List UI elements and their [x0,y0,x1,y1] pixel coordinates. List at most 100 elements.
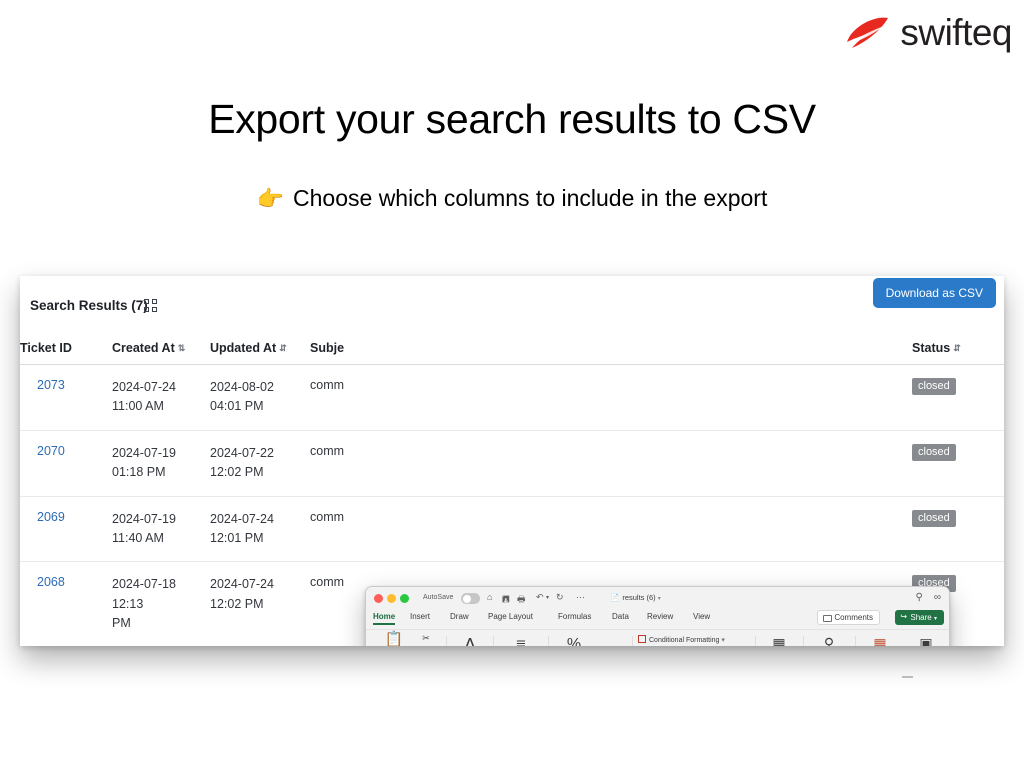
created-at-cell: 2024-07-24 11:00 AM [112,380,176,414]
ribbon-group-paste[interactable]: 📋 Paste [374,631,414,646]
undo-icon[interactable]: ↶ [536,592,544,603]
spacer-cell [370,431,912,496]
ribbon-group-font[interactable]: A Font [450,635,490,646]
excel-title-bar: AutoSave ⌂ 🖪 🖶 ↶ ▾ ↻ ⋯ 📄 results (6) ▾ ⚲ … [366,587,949,609]
subject-cell: comm [310,443,345,458]
column-header-ticket-id[interactable]: Ticket ID [20,336,112,364]
tab-view[interactable]: View [693,612,710,621]
ribbon-group-addins[interactable]: ▦ Add-ins [859,635,901,646]
chevron-down-icon[interactable]: ▾ [658,596,661,602]
redo-icon[interactable]: ↻ [556,592,564,603]
comet-icon [847,17,889,48]
created-at-cell: 2024-07-18 12:13 PM [112,577,176,630]
conditional-formatting-button[interactable]: Conditional Formatting ▾ [638,634,725,646]
sort-chevrons-icon: ⇵ [279,343,287,353]
tab-review[interactable]: Review [647,612,673,621]
addins-grid-icon: ▦ [873,635,887,646]
search-icon[interactable]: ⚲ [916,592,923,603]
tab-home[interactable]: Home [373,612,396,625]
share-button[interactable]: Share ▾ [895,610,944,625]
results-title: Search Results (7) [30,298,148,313]
created-at-cell: 2024-07-19 11:40 AM [112,511,176,545]
excel-window: AutoSave ⌂ 🖪 🖶 ↶ ▾ ↻ ⋯ 📄 results (6) ▾ ⚲ … [365,586,950,646]
table-row[interactable]: 2069 2024-07-19 11:40 AM 2024-07-24 12:01 PM… [20,497,1004,563]
table-row[interactable]: 2070 2024-07-19 01:18 PM 2024-07-22 12:02 PM… [20,431,1004,497]
save-icon[interactable]: 🖪 [502,592,510,608]
column-header-created-at[interactable]: Created At ⇅ [112,336,210,364]
status-badge: closed [912,509,956,527]
tab-insert[interactable]: Insert [410,612,430,621]
comments-button[interactable]: Comments [817,610,880,625]
spacer-cell [370,365,912,430]
column-header-updated-at-label: Updated At [210,341,277,355]
status-cell: closed [912,497,1004,562]
conditional-formatting-label: Conditional Formatting [649,637,720,644]
autosave-toggle[interactable] [461,593,480,604]
grid-view-icon[interactable] [144,298,159,313]
share-link-icon[interactable]: ∞ [934,592,941,603]
updated-at-cell: 2024-07-24 12:01 PM [210,511,274,545]
spacer-cell [370,497,912,562]
updated-at-cell: 2024-07-22 12:02 PM [210,445,274,480]
download-as-csv-button[interactable]: Download as CSV [872,278,996,308]
scissors-icon[interactable]: ✂ [413,633,439,644]
column-header-updated-at[interactable]: Updated At ⇵ [210,336,310,364]
ribbon-tab-bar: Home Insert Draw Page Layout Formulas Da… [366,609,949,630]
column-header-status-label: Status [912,341,951,355]
column-header-status[interactable]: Status ⇵ [912,336,1004,364]
created-at-cell: 2024-07-19 01:18 PM [112,445,176,480]
ribbon-group-cells[interactable]: ▦ Cells [759,635,799,646]
ribbon-group-editing[interactable]: ⚲ Editing [807,635,851,646]
font-a-icon: A [463,635,476,646]
cut-copy-painter-group[interactable]: ✂ 🗋 🖌 [413,633,439,646]
tab-draw[interactable]: Draw [450,612,469,621]
analyse-data-icon: ▣ [919,635,933,646]
ticket-id-link[interactable]: 2069 [37,510,65,524]
ticket-id-link[interactable]: 2073 [37,378,65,392]
ribbon-group-number[interactable]: % Number [552,636,596,646]
document-name[interactable]: 📄 results (6) ▾ [610,593,661,602]
column-header-subject[interactable]: Subje [310,336,370,364]
brand-logo: swifteq [846,14,1012,51]
cells-icon: ▦ [772,635,786,646]
close-icon[interactable] [374,594,383,603]
tab-data[interactable]: Data [612,612,629,621]
status-badge: closed [912,378,956,395]
ribbon-group-alignment[interactable]: ≣ Alignment [497,637,545,646]
ribbon-group-analyse-data[interactable]: ▣ Analyse Data [904,635,948,646]
table-header-row: Ticket ID Created At ⇅ Updated At ⇵ Subje … [20,336,1004,365]
column-header-spacer [370,336,912,364]
home-icon[interactable]: ⌂ [487,592,492,602]
autosave-label: AutoSave [423,594,454,601]
footer-dash [902,676,913,678]
styles-menu: Conditional Formatting ▾ Format as Table… [638,634,725,646]
magnifier-icon: ⚲ [823,635,835,646]
column-header-created-at-label: Created At [112,341,175,355]
tab-formulas[interactable]: Formulas [558,612,591,621]
sort-updown-icon: ⇅ [177,343,186,353]
minimize-icon[interactable] [387,594,396,603]
updated-at-cell: 2024-07-24 12:02 PM [210,577,274,611]
ticket-id-link[interactable]: 2068 [37,575,65,589]
chevron-down-icon[interactable]: ▾ [546,594,549,601]
more-icon[interactable]: ⋯ [576,592,585,603]
table-row[interactable]: 2073 2024-07-24 11:00 AM 2024-08-02 04:01 PM… [20,365,1004,431]
print-icon[interactable]: 🖶 [517,592,526,608]
copy-icon[interactable]: 🗋 [413,644,439,646]
maximize-icon[interactable] [400,594,409,603]
ticket-id-link[interactable]: 2070 [37,444,65,458]
pointing-right-hand-icon: 👉 [256,186,285,211]
updated-at-cell: 2024-08-02 04:01 PM [210,380,274,414]
alignment-icon: ≣ [515,637,527,646]
status-badge: closed [912,443,956,461]
document-name-label: results (6) [622,593,656,602]
status-cell: closed [912,365,1004,430]
results-header: Search Results (7) Download as CSV [20,276,1004,336]
clipboard-icon: 📋 [384,631,404,646]
tab-page-layout[interactable]: Page Layout [488,612,533,621]
page-subtitle-text: Choose which columns to include in the e… [293,185,768,211]
chevron-down-icon: ▾ [933,616,937,622]
status-cell: closed [912,431,1004,496]
ribbon: 📋 Paste ✂ 🗋 🖌 A Font ≣ Alignment % Numbe [366,630,949,646]
brand-name: swifteq [900,12,1012,53]
